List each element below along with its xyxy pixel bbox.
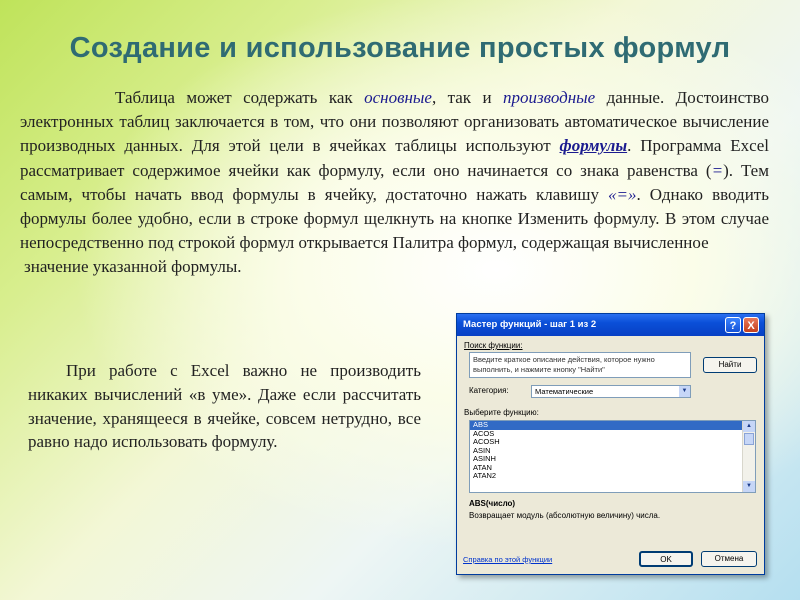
cancel-button[interactable]: Отмена xyxy=(701,551,757,567)
help-icon[interactable]: ? xyxy=(725,317,741,333)
search-input[interactable]: Введите краткое описание действия, котор… xyxy=(469,352,691,378)
scroll-thumb[interactable] xyxy=(744,433,754,445)
category-select[interactable]: Математические ▼ xyxy=(531,385,691,398)
function-description: Возвращает модуль (абсолютную величину) … xyxy=(469,511,661,520)
function-list[interactable]: ABS ACOS ACOSH ASIN ASINH ATAN ATAN2 ▲ ▼ xyxy=(469,420,756,493)
highlight-derived: производные xyxy=(503,88,596,107)
text-run-last: значение указанной формулы. xyxy=(24,257,242,277)
help-link[interactable]: Справка по этой функции xyxy=(463,555,552,564)
highlight-key: «=» xyxy=(608,184,637,204)
highlight-formulas: формулы xyxy=(559,136,628,156)
list-item[interactable]: ASINH xyxy=(470,454,755,464)
highlight-basic: основные xyxy=(364,88,432,107)
list-item[interactable]: ABS xyxy=(470,421,744,430)
list-scrollbar[interactable]: ▲ ▼ xyxy=(742,421,755,492)
ok-button[interactable]: OK xyxy=(639,551,693,567)
category-value: Математические xyxy=(535,387,594,396)
function-items: ABS ACOS ACOSH ASIN ASINH ATAN ATAN2 xyxy=(470,421,755,481)
close-icon[interactable]: X xyxy=(743,317,759,333)
chevron-down-icon[interactable]: ▼ xyxy=(679,386,690,397)
category-label: Категория: xyxy=(469,386,509,395)
search-label-text: Поиск функции: xyxy=(464,341,523,350)
find-button[interactable]: Найти xyxy=(703,357,757,373)
search-label: Поиск функции: xyxy=(464,341,523,350)
list-item[interactable]: ACOSH xyxy=(470,437,755,447)
list-item[interactable]: ASIN xyxy=(470,446,755,456)
list-item[interactable]: ATAN xyxy=(470,463,755,473)
text-run: Таблица может содержать как xyxy=(115,88,365,107)
dialog-titlebar[interactable]: Мастер функций - шаг 1 из 2 ? X xyxy=(457,314,764,336)
function-wizard-dialog: Мастер функций - шаг 1 из 2 ? X Поиск фу… xyxy=(456,313,765,575)
scroll-up-icon[interactable]: ▲ xyxy=(743,421,755,432)
list-item[interactable]: ATAN2 xyxy=(470,471,755,481)
text-run: , так и xyxy=(431,88,504,107)
select-function-label: Выберите функцию: xyxy=(464,408,539,417)
function-signature: ABS(число) xyxy=(469,499,516,508)
slide-title: Создание и использование простых формул xyxy=(69,32,731,64)
list-item[interactable]: ACOS xyxy=(470,429,755,439)
paragraph-excel-note: При работе с Excel важно не производить … xyxy=(28,361,421,452)
paragraph-main: Таблица может содержать как основные, та… xyxy=(20,86,769,280)
highlight-equals: = xyxy=(711,160,724,180)
dialog-title: Мастер функций - шаг 1 из 2 xyxy=(463,319,597,330)
scroll-down-icon[interactable]: ▼ xyxy=(743,481,755,492)
